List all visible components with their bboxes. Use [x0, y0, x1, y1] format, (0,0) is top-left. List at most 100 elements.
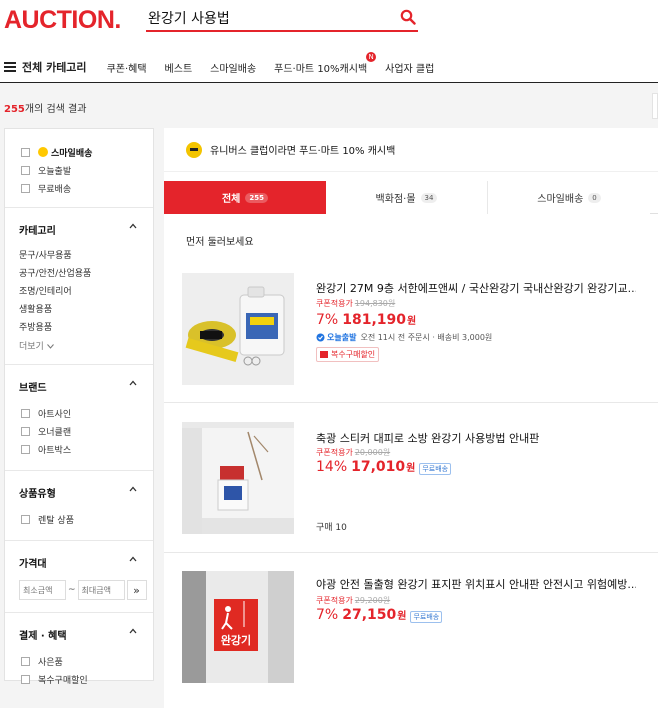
price: 27,150 — [342, 607, 397, 623]
brand-label: 아트사인 — [38, 409, 72, 420]
today-dispatch-badge: 오늘출발 — [327, 333, 357, 342]
section-title: 먼저 둘러보세요 — [186, 237, 254, 248]
category-link[interactable]: 문구/사무용품 — [19, 247, 153, 265]
product-title[interactable]: 완강기 27M 9층 서한에프앤씨 / 국산완강기 국내산완강기 완강기교... — [316, 280, 636, 296]
smile-delivery-label: 스마일배송 — [51, 148, 93, 159]
multi-discount-tag: 복수구매할인 — [316, 347, 380, 362]
coupon-label: 쿠폰적용가 — [316, 299, 353, 308]
delivery-info: 오늘출발 오전 11시 전 주문시 · 배송비 3,000원 — [316, 332, 492, 343]
result-count-number: 255 — [4, 104, 25, 115]
filter-smile-delivery[interactable]: 스마일배송 — [19, 143, 153, 161]
checkbox[interactable] — [21, 408, 30, 418]
filter-gift[interactable]: 사은품 — [19, 652, 153, 670]
min-price-input[interactable] — [19, 580, 66, 600]
checkbox[interactable] — [21, 444, 30, 454]
nav-item-smile-delivery[interactable]: 스마일배송 — [210, 60, 256, 75]
chevron-up-icon[interactable] — [129, 627, 137, 635]
result-tabs: 전체 255 백화점·몰 34 스마일배송 0 — [164, 181, 658, 214]
filter-brand[interactable]: 오너클랜 — [19, 422, 153, 440]
cashback-banner[interactable]: 유니버스 클럽이라면 푸드·마트 10% 캐시백 — [164, 128, 658, 172]
sort-box[interactable] — [652, 93, 658, 119]
nav-item-food-mart[interactable]: 푸드·마트 10%캐시백 N — [274, 51, 377, 75]
tab-count: 0 — [588, 192, 601, 203]
category-link[interactable]: 조명/인테리어 — [19, 283, 153, 301]
discount-rate: 14% — [316, 459, 348, 475]
max-price-input[interactable] — [77, 580, 125, 600]
original-price: 29,200원 — [354, 596, 391, 605]
discount-rate: 7% — [316, 607, 339, 623]
gift-icon — [320, 351, 328, 358]
filter-rental[interactable]: 렌탈 상품 — [19, 510, 153, 528]
price: 181,190 — [342, 312, 406, 328]
hamburger-icon — [4, 62, 16, 72]
nav-item-business-club[interactable]: 사업자 클럽 — [385, 60, 434, 75]
coupon-price-line: 쿠폰적용가 194,830원 — [316, 298, 395, 309]
filter-brand[interactable]: 아트사인 — [19, 404, 153, 422]
product-image[interactable]: 완강기 — [182, 571, 294, 683]
search-input[interactable] — [146, 6, 386, 30]
product-title[interactable]: 축광 스티커 대피로 소방 완강기 사용방법 안내판 — [316, 430, 636, 446]
filter-sidebar: 스마일배송 오늘출발 무료배송 카테고리 문구/사무용품 공구/안전/산업용품 … — [4, 128, 154, 686]
more-button[interactable]: 더보기 — [19, 339, 153, 352]
nav-item-best[interactable]: 베스트 — [165, 60, 193, 75]
chevron-down-icon — [46, 344, 54, 349]
universe-club-icon — [186, 141, 202, 158]
sale-price: 7% 181,190 원 — [316, 312, 416, 328]
checkbox[interactable] — [21, 514, 30, 524]
product-card[interactable]: 완강기 27M 9층 서한에프앤씨 / 국산완강기 국내산완강기 완강기교...… — [164, 258, 658, 403]
new-badge: N — [366, 51, 377, 62]
result-count-suffix: 개의 검색 결과 — [24, 104, 87, 115]
price-range: ~ » — [19, 580, 153, 600]
all-category-button[interactable]: 전체 카테고리 — [0, 59, 87, 75]
category-link[interactable]: 주방용품 — [19, 319, 153, 337]
product-card[interactable]: 축광 스티커 대피로 소방 완강기 사용방법 안내판 쿠폰적용가 20,000원 … — [164, 405, 658, 553]
tab-all[interactable]: 전체 255 — [164, 181, 326, 214]
checkbox[interactable] — [21, 165, 30, 175]
price-filter: 가격대 ~ » — [5, 541, 153, 613]
filter-brand[interactable]: 아트박스 — [19, 440, 153, 458]
coupon-price-line: 쿠폰적용가 20,000원 — [316, 447, 390, 458]
checkbox[interactable] — [21, 674, 30, 684]
filter-today-dispatch[interactable]: 오늘출발 — [19, 161, 153, 179]
checkbox[interactable] — [21, 147, 30, 157]
original-price: 194,830원 — [354, 299, 396, 308]
nav-item-coupon[interactable]: 쿠폰·혜택 — [107, 60, 147, 75]
nav-item-food-mart-label: 푸드·마트 10%캐시백 — [274, 63, 368, 75]
product-image[interactable] — [182, 422, 294, 534]
multi-discount-text: 복수구매할인 — [331, 350, 376, 359]
search-icon[interactable] — [400, 9, 416, 25]
checkbox[interactable] — [21, 656, 30, 666]
product-image[interactable] — [182, 273, 294, 385]
auction-logo[interactable]: AUCTION. — [4, 6, 121, 35]
filter-free-shipping[interactable]: 무료배송 — [19, 179, 153, 197]
chevron-up-icon[interactable] — [129, 379, 137, 387]
smile-delivery-badge: 스마일배송 — [38, 146, 92, 159]
coupon-price-line: 쿠폰적용가 29,200원 — [316, 595, 390, 606]
chevron-up-icon[interactable] — [129, 222, 137, 230]
free-shipping-tag: 무료배송 — [419, 463, 452, 475]
tab-smile-delivery[interactable]: 스마일배송 0 — [488, 181, 650, 214]
chevron-up-icon[interactable] — [129, 485, 137, 493]
filter-multi-discount[interactable]: 복수구매할인 — [19, 670, 153, 688]
category-link[interactable]: 생활용품 — [19, 301, 153, 319]
brand-label: 오너클랜 — [38, 427, 72, 438]
free-shipping-label: 무료배송 — [38, 184, 72, 195]
purchase-count: 구매 10 — [316, 523, 347, 533]
today-dispatch-label: 오늘출발 — [38, 166, 72, 177]
coupon-label: 쿠폰적용가 — [316, 448, 353, 457]
checkbox[interactable] — [21, 183, 30, 193]
sale-price: 7% 27,150 원 무료배송 — [316, 607, 443, 623]
sale-price: 14% 17,010 원 무료배송 — [316, 459, 452, 475]
tab-department-mall[interactable]: 백화점·몰 34 — [326, 181, 488, 214]
search-box — [146, 6, 418, 32]
delivery-filter: 스마일배송 오늘출발 무료배송 — [5, 129, 153, 208]
product-title[interactable]: 야광 안전 돌출형 완강기 표지판 위치표시 안내판 안전시고 위험예방... — [316, 576, 636, 592]
smile-icon — [38, 147, 48, 157]
tilde: ~ — [68, 585, 76, 595]
checkbox[interactable] — [21, 426, 30, 436]
category-link[interactable]: 공구/안전/산업용품 — [19, 265, 153, 283]
global-nav: 전체 카테고리 쿠폰·혜택 베스트 스마일배송 푸드·마트 10%캐시백 N 사… — [0, 51, 658, 83]
chevron-up-icon[interactable] — [129, 555, 137, 563]
product-card[interactable]: 완강기 야광 안전 돌출형 완강기 표지판 위치표시 안내판 안전시고 위험예방… — [164, 554, 658, 708]
price-apply-button[interactable]: » — [126, 580, 147, 600]
